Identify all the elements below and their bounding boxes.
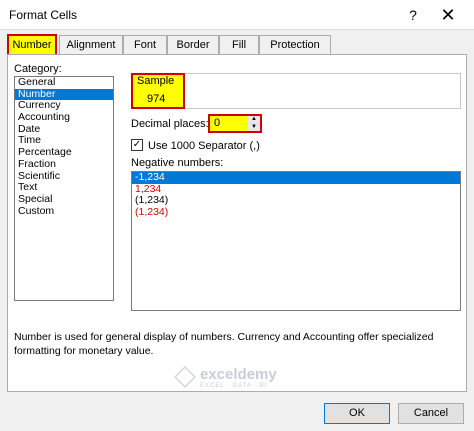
category-item-accounting[interactable]: Accounting [15,111,113,124]
window-title: Format Cells [9,8,78,22]
category-description: Number is used for general display of nu… [14,331,434,357]
tab-border[interactable]: Border [167,35,219,55]
spin-down-icon[interactable]: ▼ [248,124,260,131]
spin-up-icon[interactable]: ▲ [248,116,260,123]
cancel-button[interactable]: Cancel [398,403,464,424]
negative-numbers-label: Negative numbers: [131,157,224,169]
category-list[interactable]: General Number Currency Accounting Date … [14,76,114,301]
category-item-custom[interactable]: Custom [15,205,113,218]
tab-number[interactable]: Number [7,34,57,56]
ok-button[interactable]: OK [324,403,390,424]
tab-font[interactable]: Font [123,35,167,55]
close-icon[interactable]: ✕ [436,5,460,25]
decimal-places-value[interactable]: 0 [214,117,220,129]
tab-protection[interactable]: Protection [259,35,331,55]
negative-item[interactable]: (1,234) [132,206,460,219]
negative-numbers-list[interactable]: -1,234 1,234 (1,234) (1,234) [131,171,461,311]
exceldemy-logo-icon [174,366,196,388]
sample-label: Sample [137,75,175,87]
thousand-separator-checkbox[interactable]: ✓ [131,139,143,151]
number-tab-panel: Category: General Number Currency Accoun… [7,54,467,392]
category-item-special[interactable]: Special [15,193,113,206]
tab-strip: Number Alignment Font Border Fill Protec… [7,34,467,56]
sample-value: 974 [147,93,166,105]
decimal-places-label: Decimal places: [131,118,209,130]
help-icon[interactable]: ? [402,5,424,25]
tab-alignment[interactable]: Alignment [59,35,123,55]
watermark: exceldemy EXCEL · DATA · BI [174,366,314,392]
negative-item[interactable]: 1,234 [132,183,460,196]
title-bar: Format Cells ? ✕ [0,0,474,30]
category-item-fraction[interactable]: Fraction [15,158,113,171]
tab-fill[interactable]: Fill [219,35,259,55]
thousand-separator-label[interactable]: Use 1000 Separator (,) [148,140,260,152]
watermark-tagline: EXCEL · DATA · BI [200,383,268,389]
category-item-general[interactable]: General [15,76,113,89]
negative-item[interactable]: -1,234 [132,171,460,184]
decimal-places-stepper[interactable]: 0 ▲ ▼ [208,114,262,133]
negative-item[interactable]: (1,234) [132,194,460,207]
watermark-name: exceldemy [200,366,277,383]
category-label: Category: [14,63,62,75]
